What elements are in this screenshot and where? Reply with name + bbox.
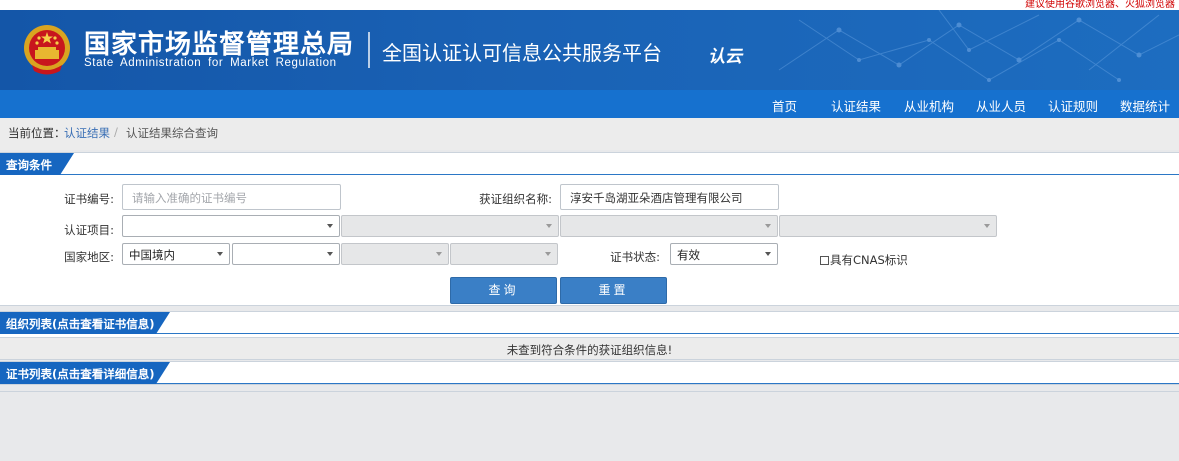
chevron-down-icon [984, 224, 990, 228]
network-decoration [778, 10, 1179, 82]
cert-item-select-1[interactable] [122, 215, 340, 237]
top-strip: 建议使用谷歌浏览器、火狐浏览器 [0, 0, 1179, 10]
chevron-down-icon [765, 252, 771, 256]
site-header: 国家市场监督管理总局 State Administration for Mark… [0, 10, 1179, 90]
agency-name-cn: 国家市场监督管理总局 [84, 30, 355, 60]
cert-list-header: 证书列表(点击查看详细信息) [0, 362, 1179, 384]
query-panel-title: 查询条件 [0, 153, 74, 175]
breadcrumb-link[interactable]: 认证结果 [64, 125, 110, 141]
breadcrumb-current: 认证结果综合查询 [126, 126, 218, 140]
nav-statistics[interactable]: 数据统计 [1120, 96, 1170, 115]
chevron-down-icon [545, 252, 551, 256]
cert-status-label: 证书状态: [610, 250, 660, 264]
org-name-label: 获证组织名称: [479, 192, 552, 206]
chevron-down-icon [217, 252, 223, 256]
cert-list-title: 证书列表(点击查看详细信息) [0, 362, 170, 384]
chevron-down-icon [436, 252, 442, 256]
breadcrumb-separator: / [114, 125, 118, 139]
breadcrumb-prefix: 当前位置： [8, 126, 66, 140]
cert-status-select[interactable]: 有效 [670, 243, 778, 265]
region-select-city[interactable] [341, 243, 449, 265]
region-select-province[interactable] [232, 243, 340, 265]
search-button[interactable]: 查询 [450, 277, 557, 304]
brand-logo-text: 认云 [708, 47, 742, 67]
nav-institutions[interactable]: 从业机构 [904, 96, 954, 115]
cert-item-select-2[interactable] [341, 215, 559, 237]
reset-button[interactable]: 重置 [560, 277, 667, 304]
cnas-checkbox-label: 具有CNAS标识 [830, 253, 908, 267]
breadcrumb: 当前位置： 认证结果 / 认证结果综合查询 [0, 118, 1179, 150]
query-panel-header: 查询条件 [0, 153, 1179, 175]
region-label: 国家地区: [64, 250, 114, 264]
cert-status-value: 有效 [677, 248, 700, 262]
cert-no-label: 证书编号: [64, 192, 114, 206]
checkbox-icon[interactable] [820, 256, 829, 265]
cert-item-select-4[interactable] [779, 215, 997, 237]
cert-item-select-3[interactable] [560, 215, 778, 237]
query-panel: 查询条件 证书编号: 请输入准确的证书编号 获证组织名称: 淳安千岛湖亚朵酒店管… [0, 152, 1179, 306]
org-list-title: 组织列表(点击查看证书信息) [0, 312, 170, 334]
cert-no-input[interactable]: 请输入准确的证书编号 [122, 184, 341, 210]
org-list-empty-message: 未查到符合条件的获证组织信息! [0, 338, 1179, 360]
nav-home[interactable]: 首页 [772, 96, 797, 115]
agency-name-en: State Administration for Market Regulati… [84, 57, 337, 69]
nav-cert-rules[interactable]: 认证规则 [1048, 96, 1098, 115]
chevron-down-icon [327, 224, 333, 228]
main-nav: 首页 认证结果 从业机构 从业人员 认证规则 数据统计 [0, 90, 1179, 118]
region-select-value: 中国境内 [129, 248, 175, 262]
chevron-down-icon [765, 224, 771, 228]
chevron-down-icon [546, 224, 552, 228]
platform-title: 全国认证认可信息公共服务平台 [382, 41, 662, 65]
cert-list-panel: 证书列表(点击查看详细信息) [0, 361, 1179, 384]
cert-item-label: 认证项目: [64, 223, 114, 237]
org-name-input[interactable]: 淳安千岛湖亚朵酒店管理有限公司 [560, 184, 779, 210]
chevron-down-icon [327, 252, 333, 256]
region-select-country[interactable]: 中国境内 [122, 243, 230, 265]
org-list-header: 组织列表(点击查看证书信息) [0, 312, 1179, 334]
cnas-checkbox[interactable]: 具有CNAS标识 [820, 252, 908, 268]
header-divider [368, 32, 370, 68]
cert-list-body [0, 384, 1179, 392]
region-select-district[interactable] [450, 243, 558, 265]
nav-cert-results[interactable]: 认证结果 [831, 96, 881, 115]
nav-personnel[interactable]: 从业人员 [976, 96, 1026, 115]
org-list-panel: 组织列表(点击查看证书信息) [0, 311, 1179, 338]
national-emblem-icon [24, 25, 70, 75]
